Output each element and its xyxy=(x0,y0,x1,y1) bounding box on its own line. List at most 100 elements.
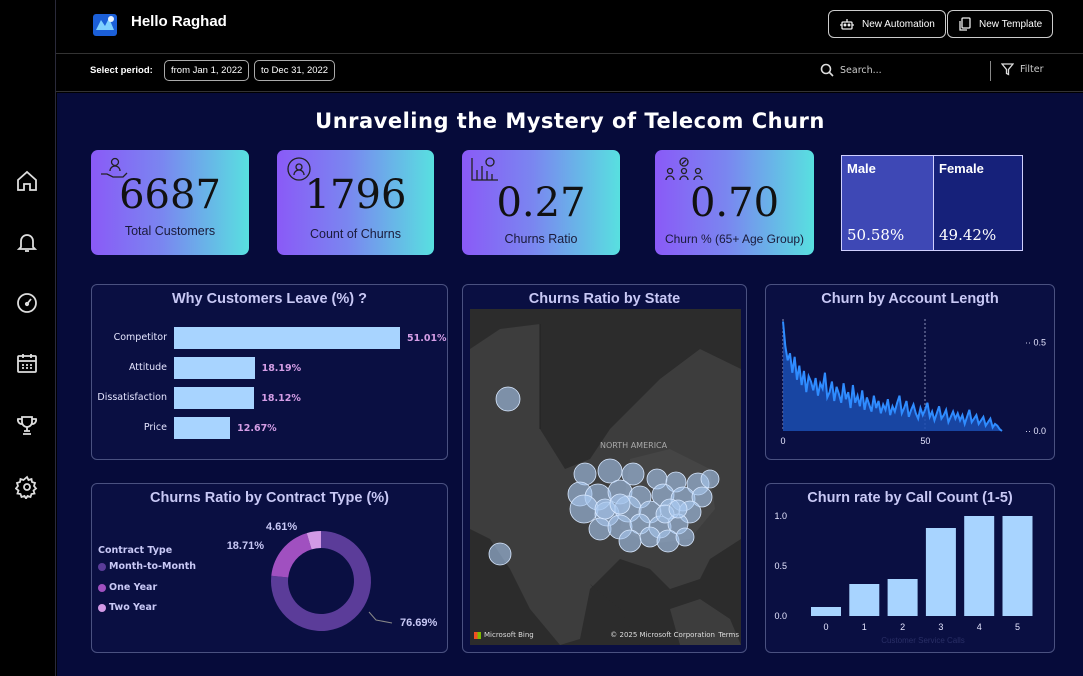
state-map-panel: Churns Ratio by State NORTH AMERICA Micr… xyxy=(462,284,747,653)
bar[interactable] xyxy=(174,327,400,349)
dashboard-title: Unraveling the Mystery of Telecom Churn xyxy=(315,109,825,133)
ratio-chart-icon xyxy=(471,157,498,181)
filter-icon xyxy=(1001,63,1014,76)
x-axis-label: Customer Service Calls xyxy=(881,636,965,645)
bar-category-label: Dissatisfaction xyxy=(97,392,167,403)
gender-label: Male xyxy=(847,161,876,176)
filter-button[interactable]: Filter xyxy=(1001,63,1044,76)
new-template-button[interactable]: New Template xyxy=(947,10,1054,38)
gender-value: 50.58% xyxy=(847,226,905,244)
map-bubble[interactable] xyxy=(609,493,631,515)
bar[interactable] xyxy=(964,516,995,616)
filter-label: Filter xyxy=(1020,64,1044,75)
x-tick-label: 1 xyxy=(862,622,867,632)
donut-slice[interactable] xyxy=(271,533,312,578)
kpi-label: Churns Ratio xyxy=(504,232,578,246)
map-bubble[interactable] xyxy=(618,529,642,553)
kpi-total-customers: 6687 Total Customers xyxy=(91,150,249,255)
new-template-label: New Template xyxy=(979,18,1043,30)
bar-data-label: 18.19% xyxy=(261,363,302,374)
map-bubble[interactable] xyxy=(675,527,695,547)
kpi-value: 0.70 xyxy=(689,180,780,226)
bar[interactable] xyxy=(925,528,956,616)
x-tick-label: 2 xyxy=(900,622,905,632)
donut-data-label: 4.61% xyxy=(266,521,297,533)
leader-line xyxy=(368,611,393,624)
bar[interactable] xyxy=(811,607,841,616)
call-count-panel: Churn rate by Call Count (1-5) 1.0 0.5 0.0… xyxy=(765,483,1055,653)
map-bubble[interactable] xyxy=(569,494,599,524)
dashboard-canvas: Unraveling the Mystery of Telecom Churn … xyxy=(57,93,1083,676)
why-leave-panel: Why Customers Leave (%) ? Competitor 51.0… xyxy=(91,284,448,460)
y-tick-label: ·· 0.5 xyxy=(1025,338,1046,348)
contract-type-panel: Churns Ratio by Contract Type (%) Contra… xyxy=(91,483,448,653)
bar[interactable] xyxy=(174,387,255,409)
kpi-value: 6687 xyxy=(119,172,221,218)
home-icon[interactable] xyxy=(15,169,39,193)
map-bubble[interactable] xyxy=(597,458,623,484)
x-tick-label: 0 xyxy=(780,436,785,446)
period-bar: Select period: from Jan 1, 2022 to Dec 3… xyxy=(56,55,1083,92)
map-bubble[interactable] xyxy=(573,462,597,486)
gauge-icon[interactable] xyxy=(15,291,39,315)
search-icon xyxy=(820,63,834,77)
map-bubbles xyxy=(488,386,720,566)
panel-title: Why Customers Leave (%) ? xyxy=(172,291,367,307)
bar-data-label: 51.01% xyxy=(407,333,447,344)
map-bubble[interactable] xyxy=(656,529,680,553)
search-placeholder: Search... xyxy=(840,64,882,76)
account-length-panel: Churn by Account Length 0 50 ·· 0.5 ·· 0.0 xyxy=(765,284,1055,460)
bar[interactable] xyxy=(887,579,918,616)
map-bubble[interactable] xyxy=(668,499,688,519)
map-terms-link[interactable]: Terms xyxy=(718,631,739,639)
bing-icon xyxy=(474,631,481,639)
map-bubble[interactable] xyxy=(588,517,612,541)
y-tick-label: 0.5 xyxy=(774,561,787,571)
gender-female-tile[interactable]: Female 49.42% xyxy=(933,155,1023,251)
kpi-label: Total Customers xyxy=(124,224,216,238)
map-bubble[interactable] xyxy=(495,386,521,412)
kpi-count-churns: 1796 Count of Churns xyxy=(277,150,434,255)
robot-icon xyxy=(840,19,854,30)
date-to-field[interactable]: to Dec 31, 2022 xyxy=(254,60,336,81)
date-from-field[interactable]: from Jan 1, 2022 xyxy=(164,60,250,81)
map-credit-left: Microsoft Bing xyxy=(484,631,534,639)
y-tick-label: 1.0 xyxy=(774,511,787,521)
trophy-icon[interactable] xyxy=(15,413,39,437)
x-tick-label: 50 xyxy=(920,436,930,446)
map-bubble[interactable] xyxy=(639,526,661,548)
call-count-chart: 1.0 0.5 0.0 0 1 2 3 4 5 Customer Service Calls xyxy=(774,511,1033,645)
bell-icon[interactable] xyxy=(15,230,39,254)
gender-value: 49.42% xyxy=(939,226,997,244)
gender-label: Female xyxy=(939,161,984,176)
calendar-icon[interactable] xyxy=(15,351,39,375)
bar-category-label: Competitor xyxy=(113,332,167,343)
top-bar: Hello Raghad New Automation New Template xyxy=(56,0,1083,54)
bar-data-label: 12.67% xyxy=(237,423,277,434)
gear-icon[interactable] xyxy=(14,475,39,501)
kpi-label: Count of Churns xyxy=(309,227,402,241)
map-bubble[interactable] xyxy=(488,542,512,566)
map-bubble[interactable] xyxy=(700,469,720,489)
bar[interactable] xyxy=(1002,516,1033,616)
kpi-churns-ratio: 0.27 Churns Ratio xyxy=(462,150,620,255)
new-automation-button[interactable]: New Automation xyxy=(828,10,946,38)
search-input[interactable]: Search... xyxy=(820,63,882,77)
gender-male-tile[interactable]: Male 50.58% xyxy=(841,155,934,251)
contract-donut-chart: 76.69% 18.71%4.61% xyxy=(227,521,438,631)
kpi-churn-65-plus: 0.70 Churn % (65+ Age Group) xyxy=(655,150,814,255)
age-group-icon xyxy=(665,157,703,181)
bar-category-label: Attitude xyxy=(128,362,167,373)
bar[interactable] xyxy=(849,584,880,616)
x-tick-label: 5 xyxy=(1015,622,1020,632)
map-provider-credit: Microsoft Bing xyxy=(474,631,534,639)
map-canvas[interactable]: NORTH AMERICA Microsoft Bing © 2025 Micr… xyxy=(470,309,741,645)
x-tick-label: 0 xyxy=(823,622,828,632)
donut-data-label: 76.69% xyxy=(400,617,438,629)
bar[interactable] xyxy=(174,357,255,379)
map-copyright: © 2025 Microsoft Corporation xyxy=(610,631,715,639)
logo-icon xyxy=(90,10,120,40)
kpi-value: 0.27 xyxy=(496,180,586,226)
bar[interactable] xyxy=(174,417,231,439)
template-icon xyxy=(959,17,971,31)
